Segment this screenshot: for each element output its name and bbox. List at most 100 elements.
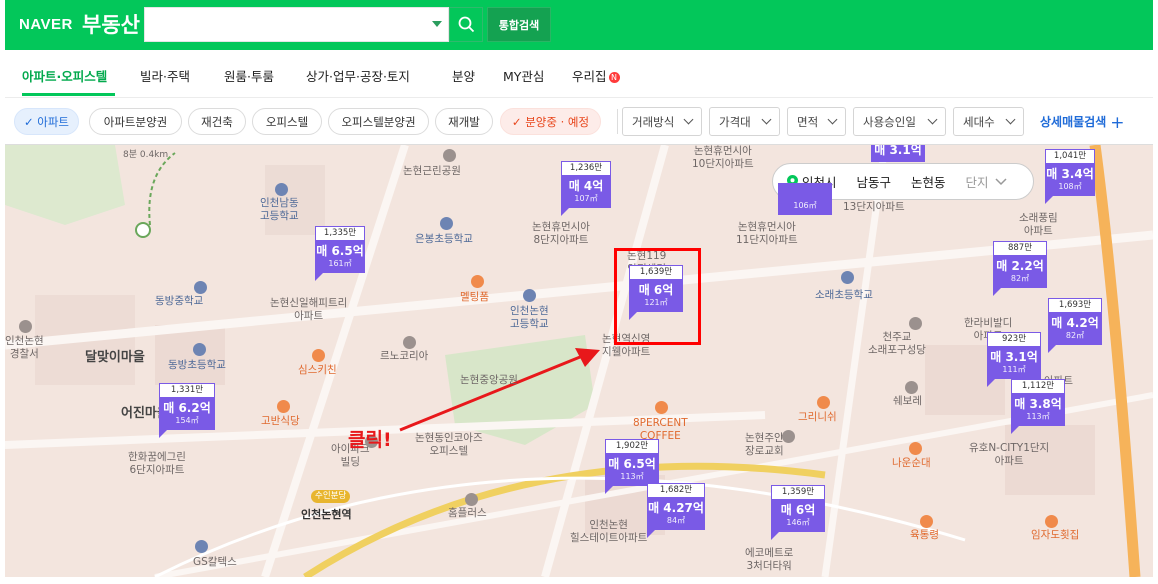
map-label: 쉐보레: [893, 395, 922, 407]
tab-commercial-land[interactable]: 상가·업무·공장·토지: [306, 66, 410, 85]
dropdown-households[interactable]: 세대수: [953, 107, 1024, 136]
price-marker[interactable]: 1,902만 매 6.5억 113㎡: [605, 439, 659, 494]
price-marker[interactable]: 923만 매 3.1억 111㎡: [987, 332, 1041, 387]
apartment-icon: [443, 149, 456, 162]
price-marker[interactable]: 매 3.1억: [871, 145, 925, 162]
chip-apartment-presale-right[interactable]: 아파트분양권: [89, 108, 182, 135]
map-label: 인천남동 고등학교: [260, 197, 299, 222]
search-button[interactable]: [449, 7, 483, 42]
marker-tail: [771, 532, 779, 540]
detail-search-label: 상세매물검색: [1040, 115, 1107, 129]
map-label: 동방초등학교: [168, 359, 226, 371]
price-marker[interactable]: 1,112만 매 3.8억 113㎡: [1011, 379, 1065, 434]
map-label: GS칼텍스: [193, 556, 237, 568]
chip-apartment[interactable]: ✓ 아파트: [14, 108, 79, 135]
map-label: 나운순대: [892, 457, 931, 469]
dropdown-price[interactable]: 가격대: [709, 107, 780, 136]
restaurant-icon: [1045, 515, 1058, 528]
top-header: NAVER 부동산 통합검색: [5, 0, 1153, 50]
marker-area: 82㎡: [1010, 274, 1030, 283]
chip-reconstruction[interactable]: 재건축: [188, 108, 246, 135]
chevron-down-icon: [683, 114, 694, 125]
price-marker[interactable]: 1,693만 매 4.2억 82㎡: [1048, 298, 1102, 353]
marker-price: 매 6.2억: [163, 401, 211, 415]
price-marker[interactable]: 1,682만 매 4.27억 84㎡: [647, 483, 705, 538]
chevron-down-icon: [995, 177, 1007, 185]
map-label: 논현중앙공원: [460, 374, 518, 386]
marker-area: 146㎡: [786, 518, 810, 527]
dropdown-approval-date[interactable]: 사용승인일: [853, 107, 946, 136]
chip-officetel[interactable]: 오피스텔: [252, 108, 322, 135]
detail-search-button[interactable]: 상세매물검색 +: [1040, 113, 1125, 133]
marker-unit-price: 1,236만: [561, 161, 611, 176]
region-complex[interactable]: 단지: [966, 172, 989, 191]
marker-price: 매 2.2억: [996, 259, 1044, 273]
price-marker[interactable]: 106㎡: [778, 183, 832, 215]
naver-logo[interactable]: NAVER: [19, 16, 73, 33]
dropdown-approval-date-label: 사용승인일: [863, 114, 916, 129]
chip-officetel-presale-right[interactable]: 오피스텔분양권: [328, 108, 429, 135]
service-logo[interactable]: 부동산: [82, 9, 140, 39]
active-tab-indicator: [22, 93, 115, 96]
marker-tail: [647, 530, 655, 538]
tab-oneroom-tworoom[interactable]: 원룸·투룸: [224, 66, 274, 85]
price-marker[interactable]: 1,331만 매 6.2억 154㎡: [159, 383, 215, 438]
map-label: 천주교 소래포구성당: [868, 331, 926, 356]
map-canvas[interactable]: 8분 0.4km 논현근린공원 논현휴먼시아 10단지아파트 인천남동 고등학교 은…: [5, 145, 1153, 577]
chip-presale-ongoing[interactable]: ✓ 분양중 · 예정: [500, 108, 601, 135]
price-marker[interactable]: 1,236만 매 4억 107㎡: [561, 161, 611, 216]
marker-area: 108㎡: [1058, 182, 1082, 191]
chevron-down-icon: [827, 114, 838, 125]
restaurant-icon: [817, 396, 830, 409]
dropdown-area[interactable]: 면적: [787, 107, 846, 136]
map-label: 심스키친: [298, 364, 337, 376]
price-marker[interactable]: 887만 매 2.2억 82㎡: [993, 241, 1047, 296]
marker-tail: [1045, 196, 1053, 204]
chip-redevelopment[interactable]: 재개발: [435, 108, 493, 135]
marker-area: 82㎡: [1065, 331, 1085, 340]
tab-my-interest[interactable]: MY관심: [503, 66, 544, 85]
tab-villa-house[interactable]: 빌라·주택: [140, 66, 190, 85]
marker-tail: [315, 273, 323, 281]
police-icon: [19, 320, 32, 333]
tab-presale[interactable]: 분양: [452, 66, 475, 85]
map-label: 고반식당: [261, 415, 300, 427]
map-label: 동방중학교: [155, 295, 204, 307]
dropdown-price-label: 가격대: [719, 114, 751, 129]
marker-price: 매 4억: [568, 179, 604, 193]
region-dong[interactable]: 논현동: [911, 172, 946, 191]
price-marker[interactable]: 1,359만 매 6억 146㎡: [771, 485, 825, 540]
tab-apartment-officetel[interactable]: 아파트·오피스텔: [22, 66, 107, 85]
map-label: 달맞이마을: [85, 350, 145, 365]
map-label: 소래풍림 아파트: [1019, 212, 1058, 237]
gas-station-icon: [195, 540, 208, 553]
restaurant-icon: [312, 349, 325, 362]
marker-unit-price: 1,682만: [647, 483, 705, 498]
dropdown-trade-type[interactable]: 거래방식: [622, 107, 702, 136]
subway-line-badge: 수인분당: [311, 490, 351, 503]
map-label: 인천논현 경찰서: [5, 335, 44, 360]
map-label: 논현동인코아즈 오피스텔: [415, 432, 483, 457]
map-label: 인천논현 고등학교: [510, 305, 549, 330]
search-input[interactable]: [144, 7, 449, 42]
search-dropdown-caret-icon[interactable]: [432, 21, 442, 27]
total-search-button[interactable]: 통합검색: [487, 7, 551, 42]
marker-tail: [605, 486, 613, 494]
map-label: 그리니쉬: [798, 411, 837, 423]
region-district[interactable]: 남동구: [857, 172, 892, 191]
marker-unit-price: 1,041만: [1045, 149, 1095, 164]
marker-unit-price: 923만: [987, 332, 1041, 347]
restaurant-icon: [471, 275, 484, 288]
search-icon: [458, 16, 474, 33]
map-label: 에코메트로 3처더타워: [745, 547, 794, 572]
marker-price: 매 4.27억: [648, 501, 704, 515]
marker-tail: [993, 288, 1001, 296]
price-marker[interactable]: 1,041만 매 3.4억 108㎡: [1045, 149, 1095, 204]
marker-tail: [159, 430, 167, 438]
highlight-box: [614, 248, 701, 345]
price-marker[interactable]: 1,335만 매 6.5억 161㎡: [315, 226, 365, 281]
marker-price: 매 6억: [780, 503, 816, 517]
marker-unit-price: 1,693만: [1048, 298, 1102, 313]
tab-our-home[interactable]: 우리집 N: [572, 66, 620, 85]
marker-area: 111㎡: [1002, 365, 1026, 374]
